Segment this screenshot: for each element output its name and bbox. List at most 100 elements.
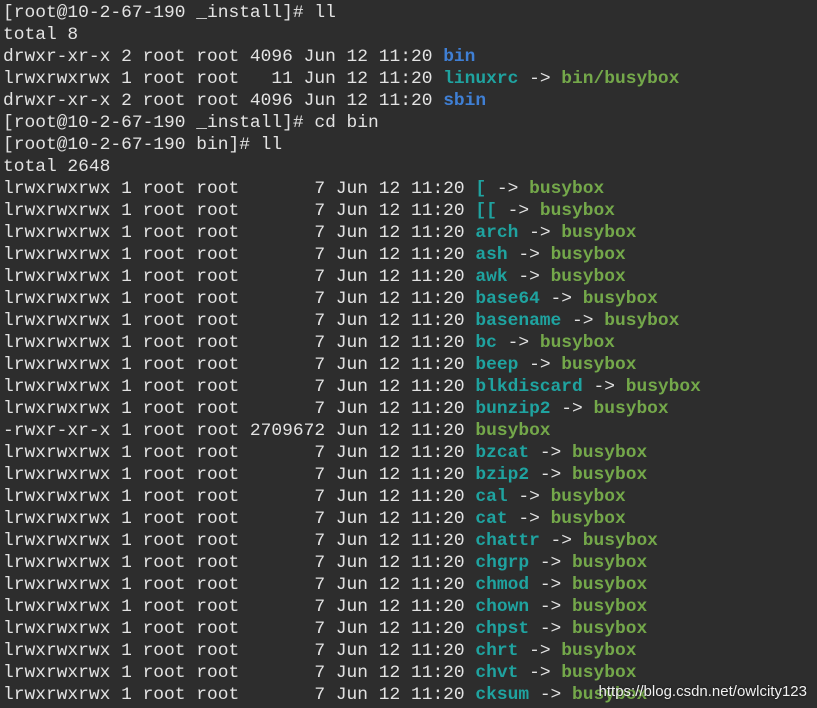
symlink-name: [	[475, 179, 487, 199]
symlink-name: chgrp	[475, 553, 530, 573]
file-metadata: lrwxrwxrwx 1 root root 7 Jun 12 11:20	[3, 663, 476, 683]
file-metadata: lrwxrwxrwx 1 root root 7 Jun 12 11:20	[3, 509, 476, 529]
listing-row: lrwxrwxrwx 1 root root 7 Jun 12 11:20 ch…	[3, 618, 817, 640]
symlink-arrow: ->	[561, 311, 605, 331]
symlink-name: chpst	[475, 619, 530, 639]
symlink-name: ash	[475, 245, 508, 265]
symlink-target: busybox	[550, 245, 626, 265]
symlink-arrow: ->	[529, 443, 573, 463]
file-metadata: -rwxr-xr-x 1 root root 2709672 Jun 12 11…	[3, 421, 476, 441]
file-metadata: lrwxrwxrwx 1 root root 11 Jun 12 11:20	[3, 69, 444, 89]
file-metadata: lrwxrwxrwx 1 root root 7 Jun 12 11:20	[3, 179, 476, 199]
listing-row: drwxr-xr-x 2 root root 4096 Jun 12 11:20…	[3, 90, 817, 112]
symlink-target: bin/busybox	[561, 69, 680, 89]
symlink-name: bc	[475, 333, 497, 353]
file-metadata: lrwxrwxrwx 1 root root 7 Jun 12 11:20	[3, 399, 476, 419]
symlink-target: busybox	[572, 619, 648, 639]
symlink-arrow: ->	[582, 377, 626, 397]
listing-row: lrwxrwxrwx 1 root root 7 Jun 12 11:20 ch…	[3, 574, 817, 596]
symlink-name: awk	[475, 267, 508, 287]
terminal-text-line: [root@10-2-67-190 _install]# ll	[3, 2, 817, 24]
symlink-target: busybox	[604, 311, 680, 331]
symlink-target: busybox	[550, 487, 626, 507]
listing-row: lrwxrwxrwx 1 root root 7 Jun 12 11:20 bl…	[3, 376, 817, 398]
symlink-target: busybox	[572, 553, 648, 573]
executable-name: busybox	[475, 421, 551, 441]
symlink-target: busybox	[593, 399, 669, 419]
file-metadata: lrwxrwxrwx 1 root root 7 Jun 12 11:20	[3, 311, 476, 331]
file-metadata: lrwxrwxrwx 1 root root 7 Jun 12 11:20	[3, 223, 476, 243]
symlink-name: chattr	[475, 531, 540, 551]
symlink-target: busybox	[561, 663, 637, 683]
file-metadata: lrwxrwxrwx 1 root root 7 Jun 12 11:20	[3, 465, 476, 485]
terminal-text-line: [root@10-2-67-190 bin]# ll	[3, 134, 817, 156]
symlink-name: chvt	[475, 663, 519, 683]
line-text: [root@10-2-67-190 _install]# cd bin	[3, 113, 379, 133]
symlink-target: busybox	[561, 223, 637, 243]
symlink-arrow: ->	[507, 509, 551, 529]
listing-row: lrwxrwxrwx 1 root root 7 Jun 12 11:20 as…	[3, 244, 817, 266]
file-metadata: lrwxrwxrwx 1 root root 7 Jun 12 11:20	[3, 289, 476, 309]
symlink-arrow: ->	[529, 575, 573, 595]
listing-row: lrwxrwxrwx 1 root root 11 Jun 12 11:20 l…	[3, 68, 817, 90]
symlink-name: chown	[475, 597, 530, 617]
line-text: [root@10-2-67-190 bin]# ll	[3, 135, 283, 155]
line-text: total 2648	[3, 157, 111, 177]
file-metadata: lrwxrwxrwx 1 root root 7 Jun 12 11:20	[3, 531, 476, 551]
terminal-text-line: total 8	[3, 24, 817, 46]
symlink-target: busybox	[550, 267, 626, 287]
symlink-arrow: ->	[486, 179, 530, 199]
symlink-arrow: ->	[518, 641, 562, 661]
symlink-arrow: ->	[518, 355, 562, 375]
symlink-name: beep	[475, 355, 519, 375]
terminal-window[interactable]: [root@10-2-67-190 _install]# ll total 8 dr…	[0, 0, 817, 708]
file-metadata: lrwxrwxrwx 1 root root 7 Jun 12 11:20	[3, 597, 476, 617]
line-text: total 8	[3, 25, 79, 45]
listing-row: lrwxrwxrwx 1 root root 7 Jun 12 11:20 ch…	[3, 552, 817, 574]
listing-row: lrwxrwxrwx 1 root root 7 Jun 12 11:20 ba…	[3, 288, 817, 310]
symlink-arrow: ->	[496, 201, 540, 221]
symlink-arrow: ->	[529, 619, 573, 639]
watermark: https://blog.csdn.net/owlcity123	[598, 683, 807, 700]
terminal-text-line: [root@10-2-67-190 _install]# cd bin	[3, 112, 817, 134]
symlink-target: busybox	[582, 289, 658, 309]
symlink-target: busybox	[561, 641, 637, 661]
symlink-arrow: ->	[529, 685, 573, 705]
listing-row: lrwxrwxrwx 1 root root 7 Jun 12 11:20 ch…	[3, 640, 817, 662]
file-metadata: lrwxrwxrwx 1 root root 7 Jun 12 11:20	[3, 377, 476, 397]
symlink-arrow: ->	[518, 69, 562, 89]
file-metadata: drwxr-xr-x 2 root root 4096 Jun 12 11:20	[3, 91, 444, 111]
symlink-name: blkdiscard	[475, 377, 583, 397]
symlink-target: busybox	[582, 531, 658, 551]
symlink-name: chrt	[475, 641, 519, 661]
symlink-name: bunzip2	[475, 399, 551, 419]
listing-row: lrwxrwxrwx 1 root root 7 Jun 12 11:20 ch…	[3, 662, 817, 684]
directory-name: sbin	[443, 91, 487, 111]
symlink-name: base64	[475, 289, 540, 309]
listing-row: drwxr-xr-x 2 root root 4096 Jun 12 11:20…	[3, 46, 817, 68]
file-metadata: lrwxrwxrwx 1 root root 7 Jun 12 11:20	[3, 553, 476, 573]
symlink-name: linuxrc	[443, 69, 519, 89]
symlink-arrow: ->	[518, 223, 562, 243]
listing-row: lrwxrwxrwx 1 root root 7 Jun 12 11:20 bz…	[3, 442, 817, 464]
listing-row: lrwxrwxrwx 1 root root 7 Jun 12 11:20 [ …	[3, 178, 817, 200]
terminal-output: [root@10-2-67-190 _install]# ll total 8 dr…	[3, 2, 817, 706]
listing-row: -rwxr-xr-x 1 root root 2709672 Jun 12 11…	[3, 420, 817, 442]
line-text: [root@10-2-67-190 _install]# ll	[3, 3, 336, 23]
file-metadata: lrwxrwxrwx 1 root root 7 Jun 12 11:20	[3, 641, 476, 661]
symlink-target: busybox	[529, 179, 605, 199]
symlink-name: cal	[475, 487, 508, 507]
symlink-arrow: ->	[550, 399, 594, 419]
directory-name: bin	[443, 47, 476, 67]
symlink-arrow: ->	[496, 333, 540, 353]
symlink-target: busybox	[572, 575, 648, 595]
file-metadata: lrwxrwxrwx 1 root root 7 Jun 12 11:20	[3, 333, 476, 353]
file-metadata: lrwxrwxrwx 1 root root 7 Jun 12 11:20	[3, 685, 476, 705]
file-metadata: lrwxrwxrwx 1 root root 7 Jun 12 11:20	[3, 355, 476, 375]
file-metadata: lrwxrwxrwx 1 root root 7 Jun 12 11:20	[3, 575, 476, 595]
listing-row: lrwxrwxrwx 1 root root 7 Jun 12 11:20 [[…	[3, 200, 817, 222]
listing-row: lrwxrwxrwx 1 root root 7 Jun 12 11:20 ar…	[3, 222, 817, 244]
listing-row: lrwxrwxrwx 1 root root 7 Jun 12 11:20 bu…	[3, 398, 817, 420]
symlink-arrow: ->	[507, 267, 551, 287]
file-metadata: lrwxrwxrwx 1 root root 7 Jun 12 11:20	[3, 487, 476, 507]
